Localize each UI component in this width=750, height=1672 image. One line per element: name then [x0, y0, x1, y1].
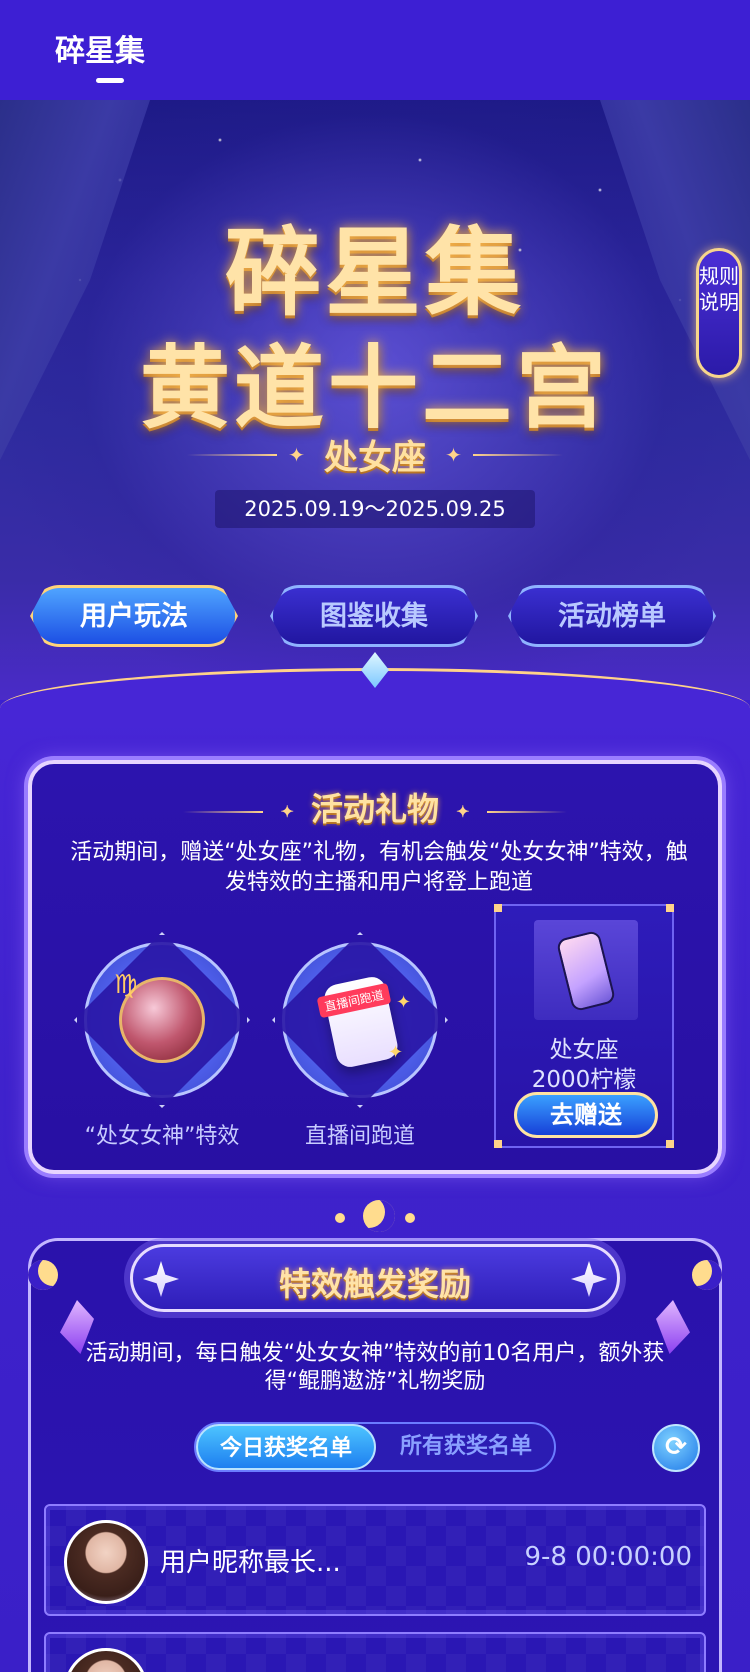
sparkle-icon: ✦: [280, 802, 294, 821]
hero-title-line1: 碎星集: [225, 216, 525, 329]
sparkle-icon: ✦: [288, 442, 305, 467]
winner-list-toggle: 今日获奖名单 所有获奖名单: [194, 1422, 556, 1472]
medal-label-effect: “处女女神”特效: [84, 1124, 240, 1149]
zodiac-sign: 处女座: [324, 438, 426, 478]
virgo-symbol-icon: ♍: [114, 970, 138, 1000]
title-underline: [96, 78, 124, 83]
crescent-moon-icon: [28, 1260, 58, 1290]
zodiac-sign-row: ✦ 处女座 ✦: [0, 430, 750, 479]
hero-title-line2: 黄道十二宫: [140, 335, 610, 441]
gift-card: ✦ 活动礼物 ✦ 活动期间，赠送“处女座”礼物，有机会触发“处女女神”特效，触发…: [28, 760, 722, 1174]
decor-line: [472, 453, 563, 456]
rules-button[interactable]: 规则说明: [696, 248, 742, 378]
send-gift-button[interactable]: 去赠送: [514, 1092, 658, 1138]
tile-corner: [494, 1140, 502, 1148]
table-row: [44, 1632, 706, 1672]
user-nickname: 用户昵称最长...: [160, 1548, 341, 1578]
date-range: 2025.09.19～2025.09.25: [215, 490, 535, 528]
tab-all-winners[interactable]: 所有获奖名单: [376, 1424, 556, 1470]
crescent-moon-icon: [692, 1260, 722, 1290]
top-bar: 碎星集: [0, 0, 750, 100]
decor-dot: [405, 1213, 415, 1223]
refresh-icon[interactable]: ⟳: [652, 1424, 700, 1472]
decor-line: [187, 453, 278, 456]
gift-heading-row: ✦ 活动礼物 ✦: [32, 784, 718, 830]
decor-line: [183, 810, 264, 813]
tile-corner: [666, 904, 674, 912]
tab-today-winners[interactable]: 今日获奖名单: [196, 1424, 376, 1470]
crescent-moon-icon: [363, 1200, 395, 1232]
live-runway-medal[interactable]: 直播间跑道 ✦ ✦: [272, 932, 448, 1108]
avatar[interactable]: [64, 1520, 148, 1604]
decor-dot: [335, 1213, 345, 1223]
reward-description: 活动期间，每日触发“处女女神”特效的前10名用户，额外获得“鲲鹏遨游”礼物奖励: [85, 1341, 665, 1394]
decor-line: [486, 810, 567, 813]
gift-tile: 处女座 2000柠檬 去赠送: [494, 904, 674, 1148]
avatar[interactable]: [64, 1648, 148, 1672]
tile-corner: [494, 904, 502, 912]
award-time: 9-8 00:00:00: [524, 1542, 692, 1572]
virgo-gift-icon: [555, 929, 617, 1013]
tab-collection[interactable]: 图鉴收集: [270, 585, 478, 647]
tab-leaderboard[interactable]: 活动榜单: [508, 585, 716, 647]
sparkle-icon: ✦: [388, 1042, 404, 1063]
reward-heading: 特效触发奖励: [278, 1265, 471, 1303]
medal-label-runway: 直播间跑道: [304, 1124, 415, 1149]
sparkle-icon: ✦: [396, 992, 412, 1013]
app-title[interactable]: 碎星集: [55, 26, 145, 70]
gift-heading: 活动礼物: [310, 790, 439, 828]
tile-corner: [666, 1140, 674, 1148]
tab-bar: 用户玩法 图鉴收集 活动榜单: [0, 585, 750, 649]
reward-banner: 特效触发奖励: [130, 1244, 620, 1312]
table-row: 用户昵称最长... 9-8 00:00:00: [44, 1504, 706, 1616]
gift-price: 2000柠檬: [531, 1067, 637, 1093]
gift-thumbnail: [534, 920, 638, 1020]
gift-description: 活动期间，赠送“处女座”礼物，有机会触发“处女女神”特效，触发特效的主播和用户将…: [70, 840, 688, 895]
virgo-goddess-medal[interactable]: ♍: [74, 932, 250, 1108]
gift-name: 处女座: [549, 1037, 619, 1063]
tab-user-play[interactable]: 用户玩法: [30, 585, 238, 647]
sparkle-icon: ✦: [456, 802, 470, 821]
sparkle-icon: ✦: [445, 442, 462, 467]
